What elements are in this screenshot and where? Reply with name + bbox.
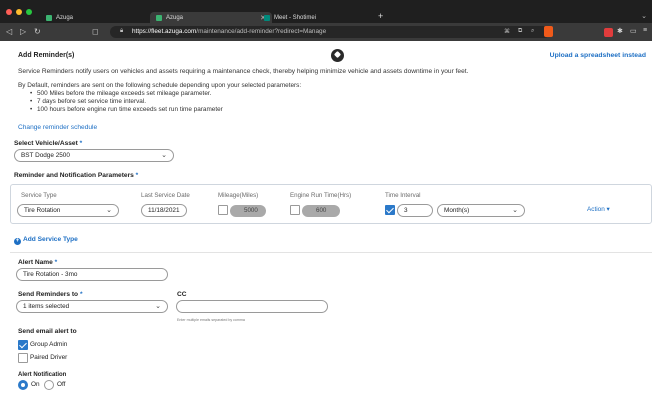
azuga-favicon-icon <box>46 14 52 21</box>
last-service-date-header: Last Service Date <box>141 192 190 199</box>
page-title: Add Reminder(s) <box>18 52 75 59</box>
zoom-icon[interactable]: ⌕ <box>531 28 534 35</box>
browser-tab-3[interactable]: Meet - Shotimei <box>258 12 368 23</box>
cc-label: CC <box>177 291 187 298</box>
service-parameters-panel: Service Type Last Service Date Mileage(M… <box>10 184 652 224</box>
bookmark-icon[interactable]: ◻ <box>92 27 99 37</box>
window-controls <box>6 9 32 15</box>
chevron-down-icon: ⌄ <box>155 303 161 310</box>
required-mark: * <box>135 172 139 179</box>
lock-icon: 🔒︎ <box>120 28 124 34</box>
send-reminders-select[interactable]: 1 items selected ⌄ <box>16 300 168 313</box>
engine-run-checkbox[interactable] <box>290 205 300 215</box>
tab-label: Azuga <box>56 14 74 21</box>
azuga-favicon-icon <box>156 14 162 21</box>
group-admin-label: Group Admin <box>30 341 68 348</box>
forward-arrow-icon[interactable]: ▷ <box>20 27 26 37</box>
required-mark: * <box>79 291 83 298</box>
vehicle-label: Select Vehicle/Asset * <box>14 140 83 147</box>
alert-notification-label: Alert Notification <box>18 372 67 378</box>
last-service-date-input[interactable]: 11/18/2021 <box>141 204 187 217</box>
service-type-header: Service Type <box>21 192 57 199</box>
engine-run-header: Engine Run Time(Hrs) <box>290 192 352 199</box>
required-mark: * <box>54 259 58 266</box>
window-icon[interactable]: ▭ <box>630 27 637 35</box>
extension-icon[interactable]: ⧉ <box>518 28 522 35</box>
browser-tab-2[interactable]: Azuga ✕ <box>150 12 272 23</box>
list-item: 100 hours before engine run time exceeds… <box>30 106 223 114</box>
back-arrow-icon[interactable]: ◁ <box>6 27 12 37</box>
schedule-list: 500 Miles before the mileage exceeds set… <box>30 90 223 114</box>
reload-icon[interactable]: ↻ <box>34 27 41 37</box>
add-reminder-page: Add Reminder(s) Upload a spreadsheet ins… <box>0 41 652 402</box>
mileage-checkbox[interactable] <box>218 205 228 215</box>
cc-hint: Enter multiple emails separated by comma <box>177 318 245 322</box>
mileage-header: Mileage(Miles) <box>218 192 259 199</box>
email-alert-label: Send email alert to <box>18 328 77 335</box>
section-divider <box>10 252 652 253</box>
maximize-window-button[interactable] <box>26 9 32 15</box>
service-type-select[interactable]: Tire Rotation ⌄ <box>17 204 119 217</box>
notification-off-radio[interactable] <box>44 380 54 390</box>
close-window-button[interactable] <box>6 9 12 15</box>
browser-tab-bar: Azuga Azuga ✕ Meet - Shotimei + ⌄ <box>0 0 652 23</box>
chevron-down-icon: ⌄ <box>512 207 518 214</box>
cc-input[interactable] <box>176 300 328 313</box>
intro-text: Service Reminders notify users on vehicl… <box>18 68 469 75</box>
notification-off-label: Off <box>57 381 66 388</box>
chevron-down-icon: ⌄ <box>161 152 167 159</box>
time-interval-checkbox[interactable] <box>385 205 395 215</box>
extension-red-icon[interactable] <box>604 28 613 37</box>
alert-name-input[interactable]: Tire Rotation - 3mo <box>16 268 168 281</box>
default-schedule-text: By Default, reminders are sent on the fo… <box>18 82 302 89</box>
meet-favicon-icon <box>264 14 270 21</box>
list-item: 500 Miles before the mileage exceeds set… <box>30 90 223 98</box>
list-item: 7 days before set service time interval. <box>30 98 223 106</box>
parameters-label: Reminder and Notification Parameters * <box>14 172 139 179</box>
plus-circle-icon: + <box>14 238 21 245</box>
send-reminders-label: Send Reminders to * <box>18 291 83 298</box>
chevron-down-icon: ⌄ <box>106 207 112 214</box>
action-menu-button[interactable]: Action ▾ <box>587 205 610 213</box>
notification-on-radio[interactable] <box>18 380 28 390</box>
alert-name-label: Alert Name * <box>18 259 58 266</box>
brave-shield-icon[interactable] <box>544 26 553 37</box>
minimize-window-button[interactable] <box>16 9 22 15</box>
new-tab-icon[interactable]: + <box>378 12 383 21</box>
time-interval-value-input[interactable]: 3 <box>397 204 433 217</box>
vehicle-select[interactable]: BST Dodge 2500 ⌄ <box>14 149 174 162</box>
change-schedule-link[interactable]: Change reminder schedule <box>18 124 97 131</box>
puzzle-extension-icon[interactable]: ✱ <box>617 27 623 35</box>
group-admin-checkbox[interactable] <box>18 340 28 350</box>
tab-label: Meet - Shotimei <box>274 14 317 21</box>
time-interval-header: Time Interval <box>385 192 421 199</box>
mileage-input[interactable]: 5000 <box>230 205 266 217</box>
engine-run-input[interactable]: 600 <box>302 205 340 217</box>
menu-icon[interactable]: ≡ <box>643 27 647 34</box>
paired-driver-checkbox[interactable] <box>18 353 28 363</box>
add-service-type-button[interactable]: + Add Service Type <box>14 236 78 245</box>
notification-bell-icon[interactable] <box>331 49 344 62</box>
required-mark: * <box>79 140 83 147</box>
upload-spreadsheet-link[interactable]: Upload a spreadsheet instead <box>550 52 646 59</box>
tab-label: Azuga <box>166 14 184 21</box>
time-interval-unit-select[interactable]: Month(s) ⌄ <box>437 204 525 217</box>
tab-list-chevron-icon[interactable]: ⌄ <box>641 12 647 20</box>
url-text: https://fleet.azuga.com/maintenance/add-… <box>132 28 327 35</box>
notification-on-label: On <box>31 381 40 388</box>
browser-tab-1[interactable]: Azuga <box>40 12 140 23</box>
browser-nav-bar: ◁ ▷ ↻ ◻ 🔒︎ https://fleet.azuga.com/maint… <box>0 23 652 41</box>
address-bar[interactable]: 🔒︎ https://fleet.azuga.com/maintenance/a… <box>110 26 550 38</box>
paired-driver-label: Paired Driver <box>30 354 68 361</box>
share-icon[interactable]: ⌘ <box>504 28 510 35</box>
